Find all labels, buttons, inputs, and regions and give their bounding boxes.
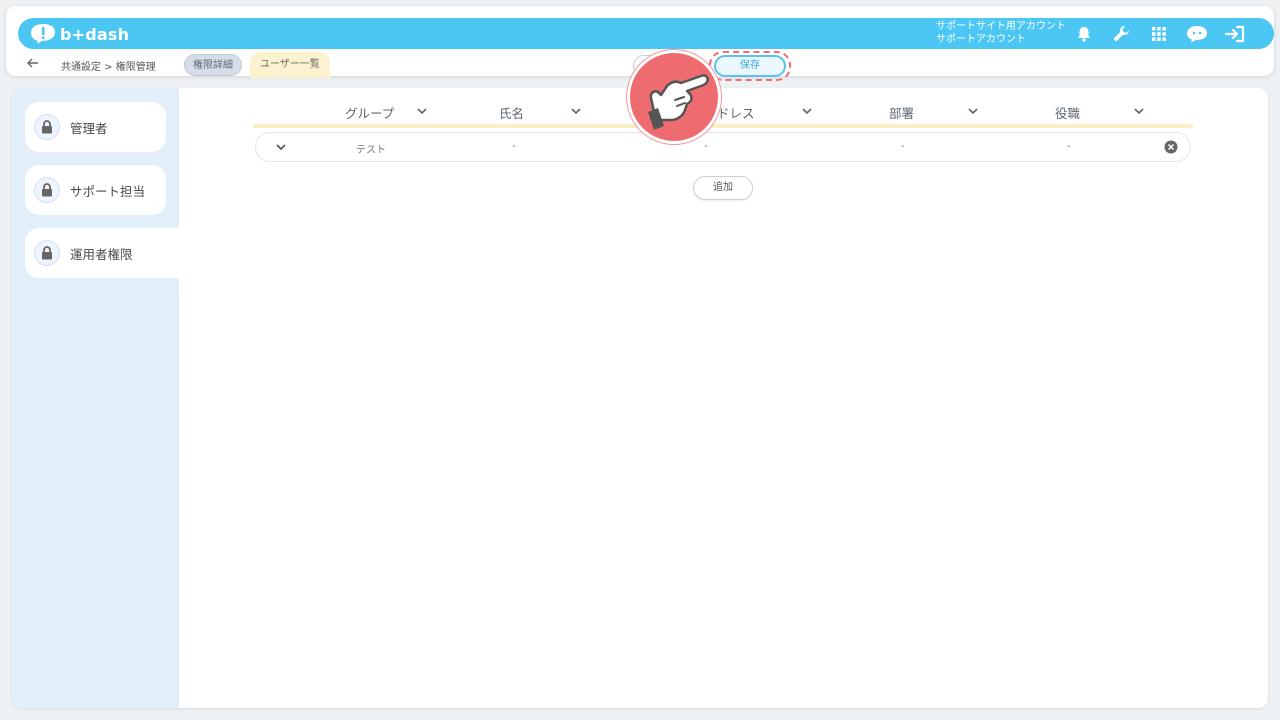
column-header-department[interactable]: 部署 [889, 103, 914, 122]
sidebar-item-admin[interactable]: 管理者 [25, 102, 166, 152]
bell-icon[interactable] [1072, 22, 1096, 46]
lock-icon [34, 240, 60, 266]
chevron-down-icon[interactable] [416, 105, 428, 117]
chat-icon[interactable] [1185, 22, 1209, 46]
column-header-group[interactable]: グループ [345, 103, 394, 122]
add-button[interactable]: 追加 [693, 176, 753, 200]
chevron-down-icon[interactable] [570, 105, 582, 117]
tab-permission-detail[interactable]: 権限詳細 [184, 54, 242, 76]
chevron-down-icon[interactable] [801, 105, 813, 117]
cell-group: テスト [356, 145, 386, 156]
grid-icon[interactable] [1147, 22, 1171, 46]
lock-icon [34, 177, 60, 203]
lock-icon [34, 114, 60, 140]
column-header-name[interactable]: 氏名 [499, 103, 524, 122]
sidebar-item-label: 運用者権限 [70, 246, 133, 262]
logo[interactable]: b+dash [30, 22, 129, 46]
account-line-2: サポートアカウント [936, 34, 1026, 45]
sidebar-item-label: サポート担当 [70, 183, 146, 199]
user-list-content: グループ 氏名 メールアドレス 部署 役職 テスト - - - - 追加 [179, 88, 1268, 708]
logo-text: b+dash [60, 24, 130, 44]
logout-icon[interactable] [1223, 22, 1247, 46]
account-line-1: サポートサイト用アカウント [936, 21, 1066, 32]
top-bar: b+dash サポートサイト用アカウント サポートアカウント [18, 18, 1274, 49]
cell-name: - [512, 141, 516, 152]
back-arrow-icon[interactable] [26, 56, 40, 70]
pointer-hand-icon [627, 50, 721, 144]
account-name[interactable]: サポートサイト用アカウント サポートアカウント [936, 20, 1066, 46]
chevron-down-icon[interactable] [967, 105, 979, 117]
cell-department: - [901, 141, 905, 152]
logo-icon [31, 24, 55, 44]
column-header-position[interactable]: 役職 [1055, 103, 1080, 122]
sidebar-item-operator[interactable]: 運用者権限 [25, 228, 179, 278]
cell-position: - [1067, 141, 1071, 152]
header-divider [253, 124, 1193, 128]
wrench-icon[interactable] [1109, 22, 1133, 46]
sidebar-item-label: 管理者 [70, 120, 108, 136]
expand-chevron-icon[interactable] [275, 141, 287, 153]
sidebar-item-support[interactable]: サポート担当 [25, 165, 166, 215]
sidebar: 管理者 サポート担当 運用者権限 [12, 88, 179, 708]
chevron-down-icon[interactable] [1133, 105, 1145, 117]
remove-icon[interactable] [1164, 140, 1178, 154]
main-panel: 管理者 サポート担当 運用者権限 グループ 氏名 メールアドレス 部署 役職 [12, 88, 1268, 708]
breadcrumb: 共通設定 > 権限管理 [61, 62, 156, 73]
tab-user-list[interactable]: ユーザー一覧 [250, 52, 330, 78]
table-row[interactable]: テスト - - - - [255, 132, 1191, 162]
save-highlight-marker [709, 51, 791, 81]
